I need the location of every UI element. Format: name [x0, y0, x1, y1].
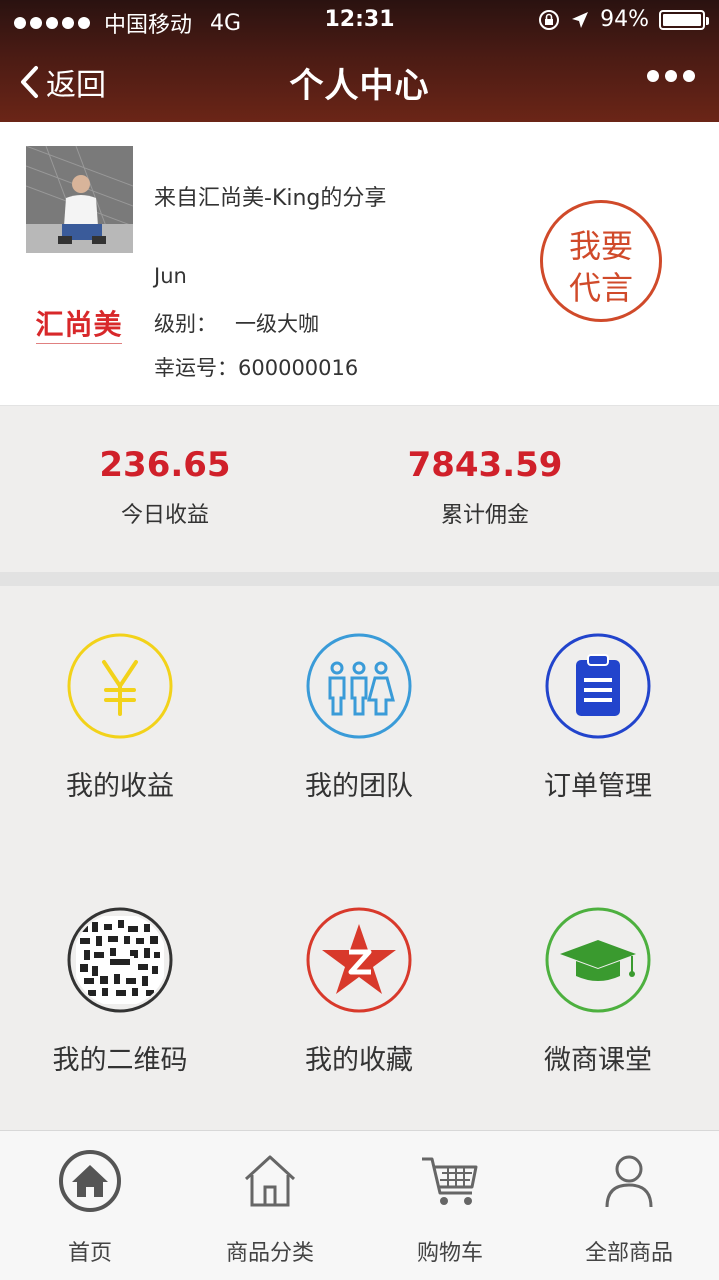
menu-label: 微商课堂: [544, 1045, 652, 1076]
tab-label: 全部商品: [584, 1241, 673, 1266]
menu-label: 我的二维码: [52, 1045, 188, 1076]
total-commission-value: 7843.59: [407, 445, 563, 485]
menu-grid: 我的收益 我的团队 订单管理 我的二维码 我的收藏 微商课堂: [0, 586, 719, 1130]
tab-category[interactable]: 商品分类: [180, 1149, 360, 1267]
page-title: 个人中心: [289, 66, 430, 106]
menu-my-favorites[interactable]: 我的收藏: [239, 906, 479, 1077]
home-icon: [59, 1150, 121, 1212]
endorse-stamp-button[interactable]: 我要 代言: [540, 200, 662, 322]
level-label: 级别：: [154, 312, 217, 336]
today-earnings-value: 236.65: [99, 445, 231, 485]
graduation-cap-icon: [545, 907, 651, 1013]
rotation-lock-icon: [539, 9, 560, 30]
battery-percent: 94%: [600, 7, 649, 32]
menu-my-team[interactable]: 我的团队: [239, 632, 479, 803]
clipboard-icon: [545, 633, 651, 739]
yuan-icon: [67, 633, 173, 739]
profile-card: 汇尚美 来自汇尚美-King的分享 Jun 级别： 一级大咖 幸运号：600000…: [0, 122, 719, 406]
share-text: 来自汇尚美-King的分享: [154, 186, 387, 211]
more-button[interactable]: [647, 70, 695, 82]
stamp-line2: 代言: [568, 269, 633, 307]
today-earnings-label: 今日收益: [120, 503, 209, 528]
menu-label: 我的收藏: [305, 1045, 413, 1076]
brand-logo-text: 汇尚美: [35, 308, 123, 341]
today-earnings: 236.65 今日收益: [55, 445, 275, 529]
avatar[interactable]: [26, 146, 133, 253]
battery-icon: [659, 9, 709, 30]
brand-logo: 汇尚美: [22, 267, 136, 377]
total-commission-label: 累计佣金: [440, 503, 529, 528]
stamp-line1: 我要: [568, 227, 633, 265]
menu-label: 我的团队: [305, 771, 413, 802]
status-bar: 中国移动 4G 12:31 94%: [0, 0, 719, 40]
menu-label: 我的收益: [66, 771, 174, 802]
lucky-label: 幸运号：: [154, 356, 238, 380]
team-icon: [306, 633, 412, 739]
menu-wechat-class[interactable]: 微商课堂: [478, 906, 718, 1077]
menu-order-management[interactable]: 订单管理: [478, 632, 718, 803]
tab-home[interactable]: 首页: [0, 1149, 180, 1267]
earnings-stats: 236.65 今日收益 7843.59 累计佣金: [0, 407, 719, 572]
person-icon: [605, 1155, 653, 1208]
tab-all-products[interactable]: 全部商品: [539, 1149, 719, 1267]
house-outline-icon: [244, 1155, 296, 1207]
total-commission: 7843.59 累计佣金: [375, 445, 595, 529]
nav-bar: 返回 个人中心: [0, 42, 719, 122]
level-value: 一级大咖: [235, 312, 319, 336]
cart-icon: [422, 1157, 478, 1205]
star-icon: [306, 907, 412, 1013]
bottom-tab-bar: 首页 商品分类 购物车 全部商品: [0, 1130, 719, 1280]
username: Jun: [154, 264, 187, 288]
top-bar: 中国移动 4G 12:31 94% 返回 个人中心: [0, 0, 719, 122]
tab-label: 商品分类: [225, 1241, 314, 1266]
lucky-number-row: 幸运号：600000016: [154, 352, 358, 382]
status-right: 94%: [538, 7, 709, 32]
tab-cart[interactable]: 购物车: [360, 1149, 540, 1267]
menu-my-earnings[interactable]: 我的收益: [0, 632, 240, 803]
tab-label: 购物车: [416, 1241, 483, 1266]
menu-my-qrcode[interactable]: 我的二维码: [0, 906, 240, 1077]
tab-label: 首页: [67, 1241, 112, 1266]
section-divider: [0, 572, 719, 586]
level-row: 级别： 一级大咖: [154, 308, 319, 338]
menu-label: 订单管理: [544, 771, 652, 802]
lucky-value: 600000016: [238, 356, 359, 380]
location-icon: [572, 11, 589, 28]
qrcode-icon: [67, 907, 173, 1013]
